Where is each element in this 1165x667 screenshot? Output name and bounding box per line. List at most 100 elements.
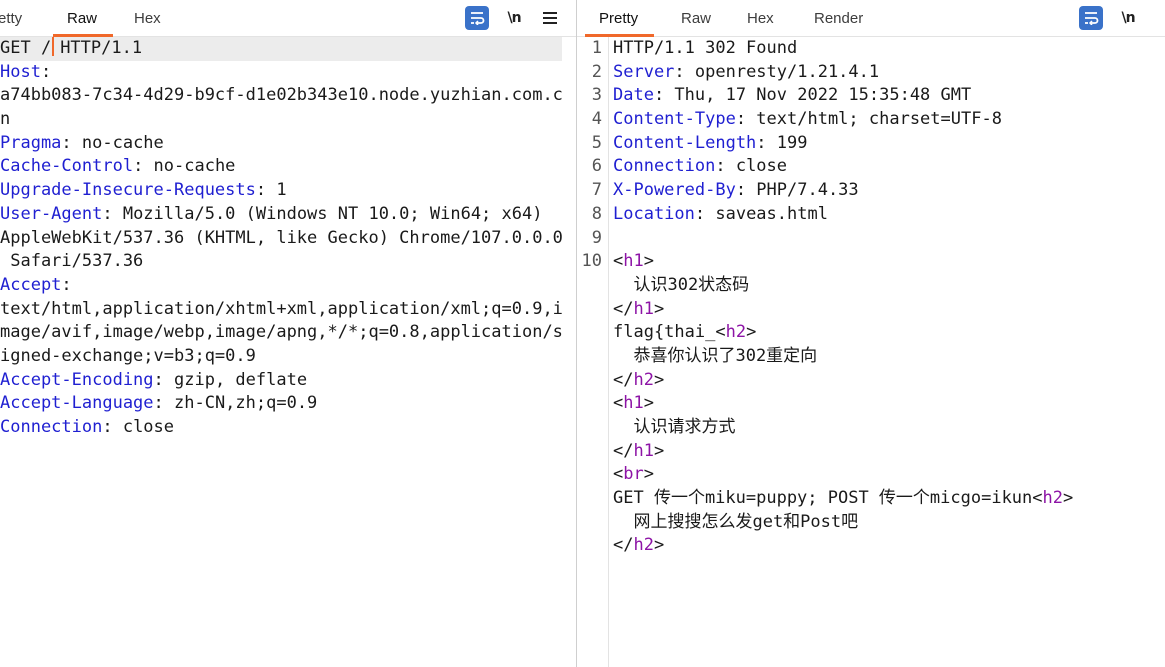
- tab-response-hex[interactable]: Hex: [747, 0, 774, 36]
- header-value: :: [40, 61, 52, 82]
- code-text: 认识请求方式: [613, 417, 736, 437]
- response-line-16[interactable]: <h1>: [613, 392, 1165, 416]
- header-value: : 1: [255, 180, 287, 201]
- code-text: : 199: [756, 132, 808, 153]
- response-line-10[interactable]: <h1>: [613, 250, 1165, 274]
- request-tabbar: Pretty Raw Hex \n: [0, 0, 576, 37]
- wrap-lines-button[interactable]: [465, 6, 489, 30]
- header-name: Server: [613, 61, 675, 82]
- wrap-lines-button[interactable]: [1079, 6, 1103, 30]
- hamburger-menu-icon: [543, 12, 557, 24]
- response-line-19[interactable]: <br>: [613, 463, 1165, 487]
- code-text: : close: [715, 156, 788, 177]
- request-line-5[interactable]: Cache-Control: no-cache: [0, 155, 576, 179]
- request-line-15[interactable]: Accept-Language: zh-CN,zh;q=0.9: [0, 392, 576, 416]
- tab-request-hex[interactable]: Hex: [134, 0, 161, 36]
- request-line-7[interactable]: User-Agent: Mozilla/5.0 (Windows NT 10.0…: [0, 203, 576, 227]
- response-body[interactable]: HTTP/1.1 302 Found Server: openresty/1.21…: [613, 37, 1165, 558]
- html-tag-name: h2: [633, 535, 654, 556]
- header-value: : zh-CN,zh;q=0.9: [153, 393, 318, 414]
- code-text: >: [643, 251, 654, 272]
- request-line-3[interactable]: n: [0, 108, 576, 132]
- wrap-icon: [1085, 12, 1099, 25]
- response-line-14[interactable]: 恭喜你认识了302重定向: [613, 345, 1165, 369]
- request-line-14[interactable]: Accept-Encoding: gzip, deflate: [0, 369, 576, 393]
- line-number: 4: [591, 109, 602, 130]
- code-text: : text/html; charset=UTF-8: [735, 109, 1002, 130]
- header-value: n: [0, 109, 11, 130]
- request-method-path: GET /: [0, 38, 52, 58]
- html-tag-name: h1: [633, 298, 654, 319]
- response-line-5[interactable]: Content-Length: 199: [613, 132, 1165, 156]
- response-line-15[interactable]: </h2>: [613, 369, 1165, 393]
- request-line-9[interactable]: Safari/537.36: [0, 250, 576, 274]
- request-line-2[interactable]: a74bb083-7c34-4d29-b9cf-d1e02b343e10.nod…: [0, 84, 576, 108]
- code-text: GET 传一个miku=puppy; POST 传一个micgo=ikun<: [613, 488, 1043, 509]
- response-line-13[interactable]: flag{thai_<h2>: [613, 321, 1165, 345]
- response-line-8[interactable]: Location: saveas.html: [613, 203, 1165, 227]
- request-line-1[interactable]: Host:: [0, 61, 576, 85]
- header-value: AppleWebKit/537.36 (KHTML, like Gecko) C…: [0, 227, 563, 248]
- request-line-6[interactable]: Upgrade-Insecure-Requests: 1: [0, 179, 576, 203]
- code-text: >: [643, 393, 654, 414]
- response-line-9[interactable]: [613, 227, 1165, 251]
- response-line-4[interactable]: Content-Type: text/html; charset=UTF-8: [613, 108, 1165, 132]
- response-pane: Pretty Raw Hex Render \n 1 2 3 4 5 6 7 8 9 10 HTT…: [577, 0, 1165, 667]
- line-number: 5: [591, 132, 602, 153]
- header-name: Accept-Encoding: [0, 369, 154, 390]
- request-line-16[interactable]: Connection: close: [0, 416, 576, 440]
- request-line-11[interactable]: text/html,application/xhtml+xml,applicat…: [0, 298, 576, 322]
- wrap-icon: [471, 12, 485, 25]
- code-text: flag{thai_<: [613, 322, 726, 343]
- response-line-7[interactable]: X-Powered-By: PHP/7.4.33: [613, 179, 1165, 203]
- response-line-2[interactable]: Server: openresty/1.21.4.1: [613, 61, 1165, 85]
- response-line-18[interactable]: </h1>: [613, 440, 1165, 464]
- request-line-12[interactable]: mage/avif,image/webp,image/apng,*/*;q=0.…: [0, 321, 576, 345]
- response-line-6[interactable]: Connection: close: [613, 155, 1165, 179]
- code-text: : Thu, 17 Nov 2022 15:35:48 GMT: [653, 85, 972, 106]
- tab-response-raw[interactable]: Raw: [681, 0, 711, 36]
- tab-request-pretty[interactable]: Pretty: [0, 0, 22, 36]
- code-text: >: [746, 322, 757, 343]
- response-line-12[interactable]: </h1>: [613, 298, 1165, 322]
- header-name: Location: [613, 203, 695, 224]
- request-line[interactable]: GET / HTTP/1.1: [0, 37, 562, 61]
- line-number: 9: [591, 227, 602, 248]
- response-line-20[interactable]: GET 传一个miku=puppy; POST 传一个micgo=ikun<h2…: [613, 487, 1165, 511]
- code-text: HTTP/1.1 302 Found: [613, 38, 798, 58]
- response-line-11[interactable]: 认识302状态码: [613, 274, 1165, 298]
- response-line-3[interactable]: Date: Thu, 17 Nov 2022 15:35:48 GMT: [613, 84, 1165, 108]
- code-text: : PHP/7.4.33: [735, 180, 859, 201]
- menu-button[interactable]: [540, 6, 560, 30]
- header-name: Pragma: [0, 132, 62, 153]
- header-name: X-Powered-By: [613, 180, 736, 201]
- code-text: </: [613, 298, 634, 319]
- tab-response-pretty[interactable]: Pretty: [584, 0, 655, 37]
- code-text: : saveas.html: [694, 203, 828, 224]
- request-editor[interactable]: GET / HTTP/1.1 Host: a74bb083-7c34-4d29-b9…: [0, 37, 576, 667]
- show-newlines-button[interactable]: \n: [1117, 6, 1139, 30]
- header-value: igned-exchange;v=b3;q=0.9: [0, 345, 256, 366]
- line-number: 1: [591, 38, 602, 58]
- response-line-22[interactable]: </h2>: [613, 534, 1165, 558]
- request-pane: Pretty Raw Hex \n GET /: [0, 0, 576, 667]
- html-tag-name: h2: [633, 369, 654, 390]
- tab-request-raw[interactable]: Raw: [52, 0, 114, 37]
- response-line-17[interactable]: 认识请求方式: [613, 416, 1165, 440]
- request-line-4[interactable]: Pragma: no-cache: [0, 132, 576, 156]
- tab-response-render[interactable]: Render: [814, 0, 863, 36]
- request-line-13[interactable]: igned-exchange;v=b3;q=0.9: [0, 345, 576, 369]
- response-line-1[interactable]: HTTP/1.1 302 Found: [613, 37, 1165, 61]
- response-line-21[interactable]: 网上搜搜怎么发get和Post吧: [613, 511, 1165, 535]
- code-text: >: [653, 440, 665, 461]
- header-value: a74bb083-7c34-4d29-b9cf-d1e02b343e10.nod…: [0, 85, 563, 106]
- header-name: Content-Type: [613, 109, 736, 130]
- request-line-8[interactable]: AppleWebKit/537.36 (KHTML, like Gecko) C…: [0, 227, 576, 251]
- line-number: 8: [591, 203, 602, 224]
- line-number-gutter: 1 2 3 4 5 6 7 8 9 10: [577, 37, 609, 667]
- request-line-10[interactable]: Accept:: [0, 274, 576, 298]
- show-newlines-button[interactable]: \n: [503, 6, 525, 30]
- header-name: User-Agent: [0, 203, 103, 224]
- html-tag-name: h1: [633, 440, 654, 461]
- response-editor[interactable]: 1 2 3 4 5 6 7 8 9 10 HTTP/1.1 302 Found Server: op…: [577, 37, 1165, 667]
